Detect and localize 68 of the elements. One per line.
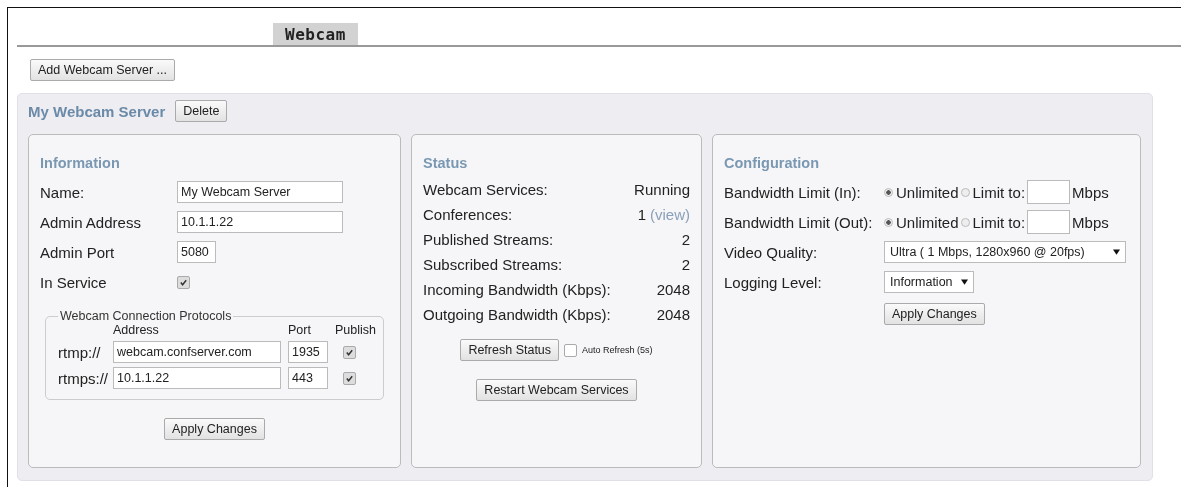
radio-label: Unlimited [896, 213, 959, 231]
caret-icon [961, 279, 968, 285]
server-name: My Webcam Server [28, 102, 166, 120]
column-header: Publish [335, 323, 375, 337]
caret-icon [1113, 249, 1120, 255]
apply-changes-button[interactable]: Apply Changes [164, 418, 265, 440]
unit-label: Mbps [1072, 213, 1109, 231]
status-label: Outgoing Bandwidth (Kbps): [423, 306, 611, 323]
checkbox[interactable] [177, 275, 190, 289]
field-label: In Service [40, 273, 108, 291]
address-field[interactable]: webcam.confserver.com [113, 341, 281, 363]
input-field[interactable]: 5080 [177, 241, 216, 263]
protocol-label: rtmp:// [58, 343, 102, 361]
publish-checkbox[interactable] [343, 345, 356, 359]
checkmark-icon [345, 373, 354, 383]
field-label: Name: [40, 183, 86, 201]
publish-checkbox[interactable] [343, 371, 356, 385]
radio-button[interactable] [884, 187, 893, 197]
port-field[interactable]: 443 [288, 367, 328, 389]
status-value: 2048 [656, 306, 690, 323]
status-label: Webcam Services: [423, 181, 548, 198]
radio-label: Unlimited [896, 183, 959, 201]
radio-button[interactable] [960, 217, 970, 227]
column-header: Address [113, 323, 160, 337]
status-label: Incoming Bandwidth (Kbps): [423, 281, 611, 298]
status-label: Conferences: [423, 206, 513, 223]
radio-button[interactable] [960, 187, 970, 197]
port-field[interactable]: 1935 [288, 341, 328, 363]
card-title: Configuration [724, 155, 821, 171]
refresh-status-button[interactable]: Refresh Status [460, 339, 560, 361]
radio-label: Limit to: [972, 183, 1026, 201]
restart-services-button[interactable]: Restart Webcam Services [476, 379, 637, 401]
status-value: 1 [637, 206, 646, 223]
status-label: Subscribed Streams: [423, 256, 563, 273]
status-value: 2 [681, 256, 690, 273]
radio-label: Limit to: [972, 213, 1026, 231]
field-label: Admin Port [40, 243, 116, 261]
status-value: 2048 [656, 281, 690, 298]
input-field[interactable]: My Webcam Server [177, 181, 343, 203]
delete-button[interactable]: Delete [175, 100, 228, 122]
unit-label: Mbps [1072, 183, 1109, 201]
limit-field[interactable] [1027, 180, 1071, 204]
field-label: Bandwidth Limit (Out): [724, 213, 874, 231]
group-legend: Webcam Connection Protocols [58, 309, 234, 323]
radio-button[interactable] [884, 217, 893, 227]
status-label: Published Streams: [423, 231, 554, 248]
input-field[interactable]: 10.1.1.22 [177, 211, 343, 233]
field-label: Admin Address [40, 213, 142, 231]
tab[interactable]: Webcam [273, 23, 358, 45]
card-title: Information [40, 155, 121, 171]
auto-refresh-label: Auto Refresh (5s) [582, 345, 653, 355]
field-label: Bandwidth Limit (In): [724, 183, 862, 201]
address-field[interactable]: 10.1.1.22 [113, 367, 281, 389]
auto-refresh-checkbox[interactable] [564, 343, 578, 357]
status-value: Running [634, 181, 690, 198]
card-title: Status [423, 155, 469, 171]
checkmark-icon [345, 347, 354, 357]
field-label: Logging Level: [724, 273, 823, 291]
column-header: Port [288, 323, 312, 337]
protocol-label: rtmps:// [58, 369, 108, 387]
add-server-button[interactable]: Add Webcam Server ... [30, 59, 175, 81]
status-value: 2 [681, 231, 690, 248]
limit-field[interactable] [1027, 210, 1071, 234]
dropdown[interactable]: Information [884, 271, 974, 293]
dropdown[interactable]: Ultra ( 1 Mbps, 1280x960 @ 20fps) [884, 241, 1126, 263]
apply-changes-button[interactable]: Apply Changes [884, 303, 985, 325]
field-label: Video Quality: [724, 243, 819, 261]
checkmark-icon [179, 277, 188, 287]
